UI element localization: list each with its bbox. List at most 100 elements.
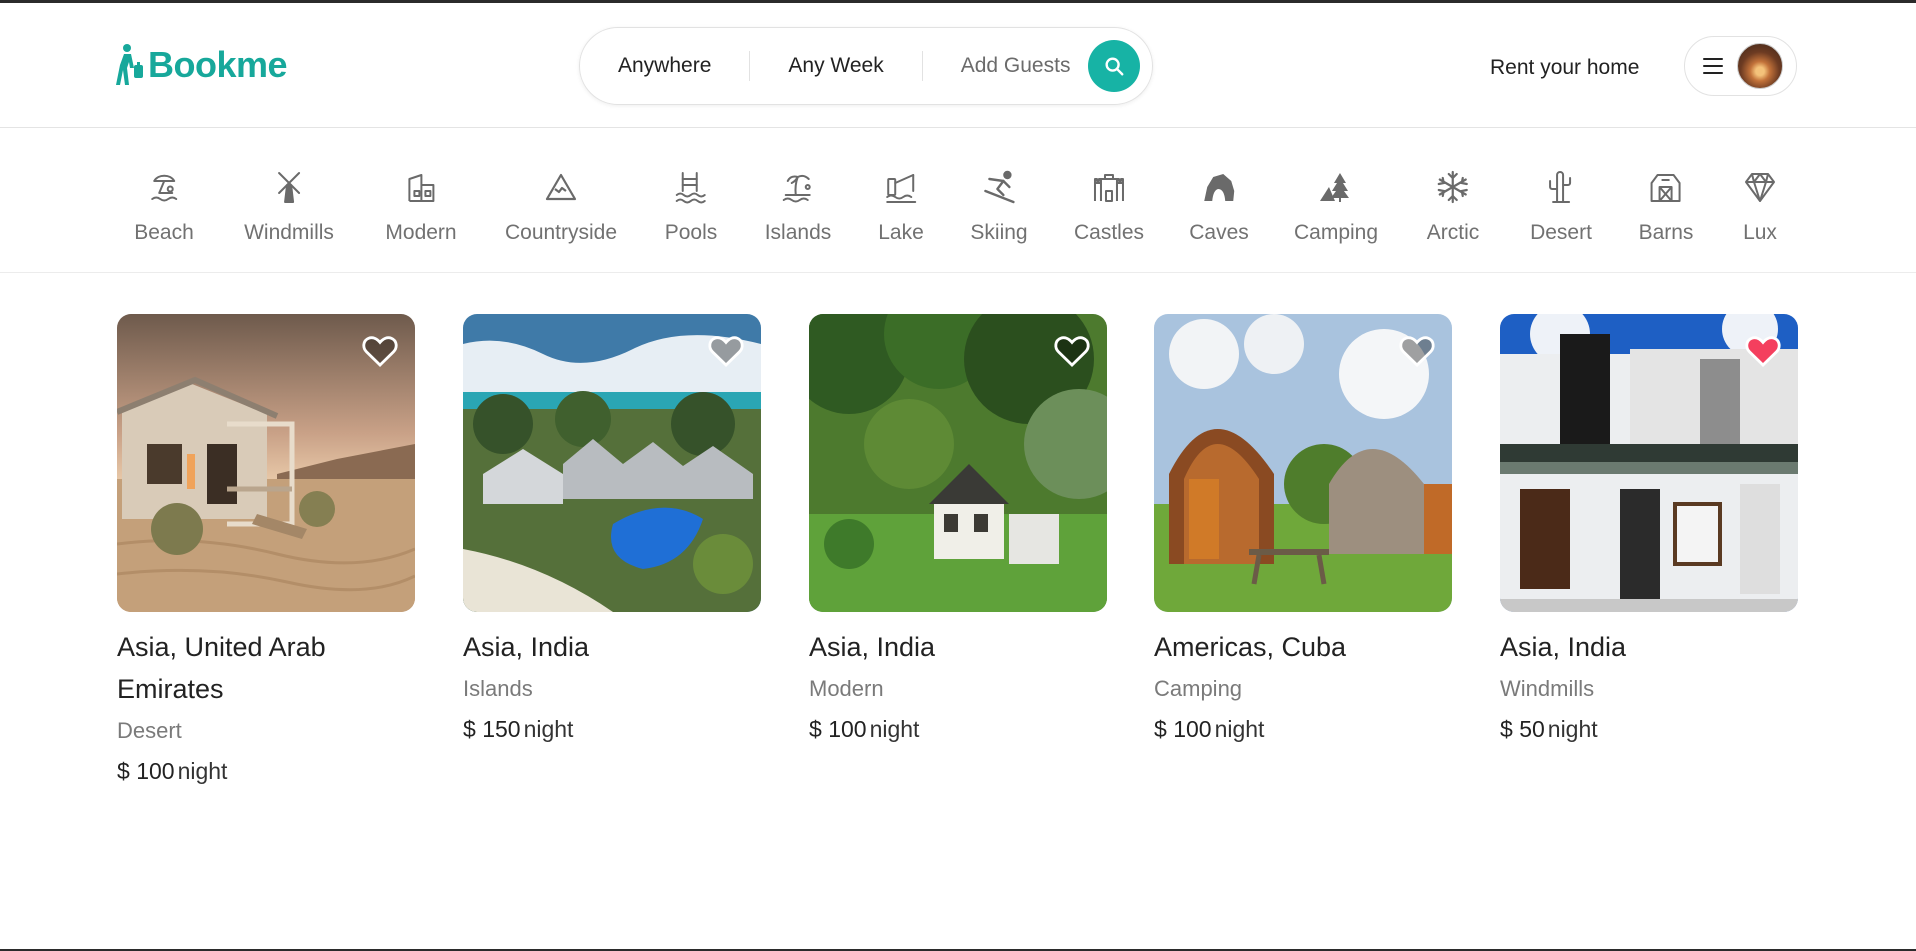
category-label: Modern xyxy=(385,221,457,244)
category-label: Lux xyxy=(1743,221,1777,244)
favorite-heart-icon[interactable] xyxy=(1053,332,1091,368)
search-icon xyxy=(1105,57,1124,76)
diamond-icon xyxy=(1745,173,1775,202)
price-unit: night xyxy=(177,758,228,784)
logo[interactable]: Bookme xyxy=(116,43,288,87)
listing-photo[interactable] xyxy=(809,314,1107,612)
category-label: Countryside xyxy=(504,221,618,244)
category-castles[interactable]: Castles xyxy=(1074,169,1144,245)
category-barns[interactable]: Barns xyxy=(1638,169,1694,245)
snowflake-icon xyxy=(1437,170,1469,204)
listing-photo[interactable] xyxy=(463,314,761,612)
category-label: Desert xyxy=(1530,221,1592,244)
search-bar[interactable]: Anywhere Any Week Add Guests xyxy=(579,27,1153,105)
mountain-icon xyxy=(545,173,577,201)
barn-icon xyxy=(1650,174,1681,202)
hamburger-menu-icon xyxy=(1703,58,1723,74)
category-desert[interactable]: Desert xyxy=(1530,169,1592,245)
category-bar: Beach Windmills Modern Countryside Pools… xyxy=(0,129,1916,273)
windmill-icon xyxy=(278,172,300,203)
price-amount: 50 xyxy=(1519,716,1545,742)
price-currency: $ xyxy=(809,716,822,742)
avatar xyxy=(1737,43,1783,89)
category-pools[interactable]: Pools xyxy=(665,169,717,245)
beach-icon xyxy=(150,174,177,202)
category-label: Windmills xyxy=(244,221,334,244)
rent-your-home-link[interactable]: Rent your home xyxy=(1490,56,1639,80)
cactus-icon xyxy=(1548,171,1571,203)
listing-location: Americas, Cuba xyxy=(1154,632,1347,662)
listing-location: Asia, India xyxy=(1500,632,1627,662)
price-currency: $ xyxy=(117,758,130,784)
price-amount: 100 xyxy=(828,716,867,742)
user-menu-button[interactable] xyxy=(1684,36,1797,96)
category-lake[interactable]: Lake xyxy=(878,169,924,245)
price-unit: night xyxy=(523,716,574,742)
listing-card[interactable]: Asia, India Windmills $ 50 night xyxy=(1500,314,1798,743)
favorite-heart-icon[interactable] xyxy=(707,332,745,368)
search-divider xyxy=(921,51,923,81)
tent-tree-icon xyxy=(1319,173,1349,202)
category-arctic[interactable]: Arctic xyxy=(1426,169,1480,245)
search-button[interactable] xyxy=(1088,40,1140,92)
listing-location: Asia, India xyxy=(463,632,590,662)
search-divider xyxy=(749,51,751,81)
favorite-heart-icon[interactable] xyxy=(361,332,399,368)
listing-location: Asia, India xyxy=(809,632,936,662)
listing-card[interactable]: Asia, India Islands $ 150 night xyxy=(463,314,761,743)
favorite-heart-icon[interactable] xyxy=(1398,332,1436,368)
category-label: Arctic xyxy=(1426,221,1480,244)
skier-icon xyxy=(983,170,1015,204)
price-currency: $ xyxy=(463,716,476,742)
listing-price: $ 100 night xyxy=(1154,716,1452,743)
category-label: Caves xyxy=(1189,221,1249,244)
category-lux[interactable]: Lux xyxy=(1742,169,1778,245)
category-beach[interactable]: Beach xyxy=(134,169,194,245)
price-currency: $ xyxy=(1500,716,1513,742)
listing-price: $ 150 night xyxy=(463,716,761,743)
category-label: Camping xyxy=(1293,221,1379,244)
category-camping[interactable]: Camping xyxy=(1294,169,1378,245)
brand-name: Bookme xyxy=(148,44,288,85)
price-amount: 100 xyxy=(136,758,175,784)
modern-building-icon xyxy=(407,174,434,202)
category-modern[interactable]: Modern xyxy=(385,169,457,245)
category-label: Islands xyxy=(764,221,832,244)
header: Bookme Anywhere Any Week Add Guests Rent… xyxy=(0,3,1916,128)
category-skiing[interactable]: Skiing xyxy=(970,169,1028,245)
listing-card[interactable]: Americas, Cuba Camping $ 100 night xyxy=(1154,314,1452,743)
price-amount: 150 xyxy=(482,716,521,742)
price-currency: $ xyxy=(1154,716,1167,742)
cave-icon xyxy=(1204,174,1234,201)
listing-photo[interactable] xyxy=(1500,314,1798,612)
category-label: Barns xyxy=(1638,221,1694,244)
category-label: Beach xyxy=(134,221,194,244)
category-label: Castles xyxy=(1073,221,1145,244)
price-unit: night xyxy=(1214,716,1265,742)
listing-location: Asia, United Arab Emirates xyxy=(117,632,326,704)
search-where[interactable]: Anywhere xyxy=(618,54,711,78)
category-windmills[interactable]: Windmills xyxy=(244,169,334,245)
search-guests[interactable]: Add Guests xyxy=(961,54,1071,78)
category-countryside[interactable]: Countryside xyxy=(505,169,617,245)
pool-icon xyxy=(676,172,706,204)
listing-category: Islands xyxy=(463,676,533,701)
listing-photo[interactable] xyxy=(1154,314,1452,612)
price-amount: 100 xyxy=(1173,716,1212,742)
category-islands[interactable]: Islands xyxy=(764,169,832,245)
island-icon xyxy=(782,174,811,203)
listing-card[interactable]: Asia, India Modern $ 100 night xyxy=(809,314,1107,743)
category-label: Lake xyxy=(878,221,924,244)
castle-icon xyxy=(1094,174,1124,202)
listing-category: Camping xyxy=(1154,676,1243,701)
lake-fishing-icon xyxy=(885,174,916,203)
listing-price: $ 100 night xyxy=(117,758,415,785)
search-when[interactable]: Any Week xyxy=(788,54,883,78)
listing-card[interactable]: Asia, United Arab Emirates Desert $ 100 n… xyxy=(117,314,415,785)
listing-photo[interactable] xyxy=(117,314,415,612)
category-caves[interactable]: Caves xyxy=(1189,169,1249,245)
listing-category: Modern xyxy=(809,676,884,701)
category-label: Skiing xyxy=(970,221,1028,244)
listing-category: Windmills xyxy=(1500,676,1595,701)
favorite-heart-icon[interactable] xyxy=(1744,332,1782,368)
